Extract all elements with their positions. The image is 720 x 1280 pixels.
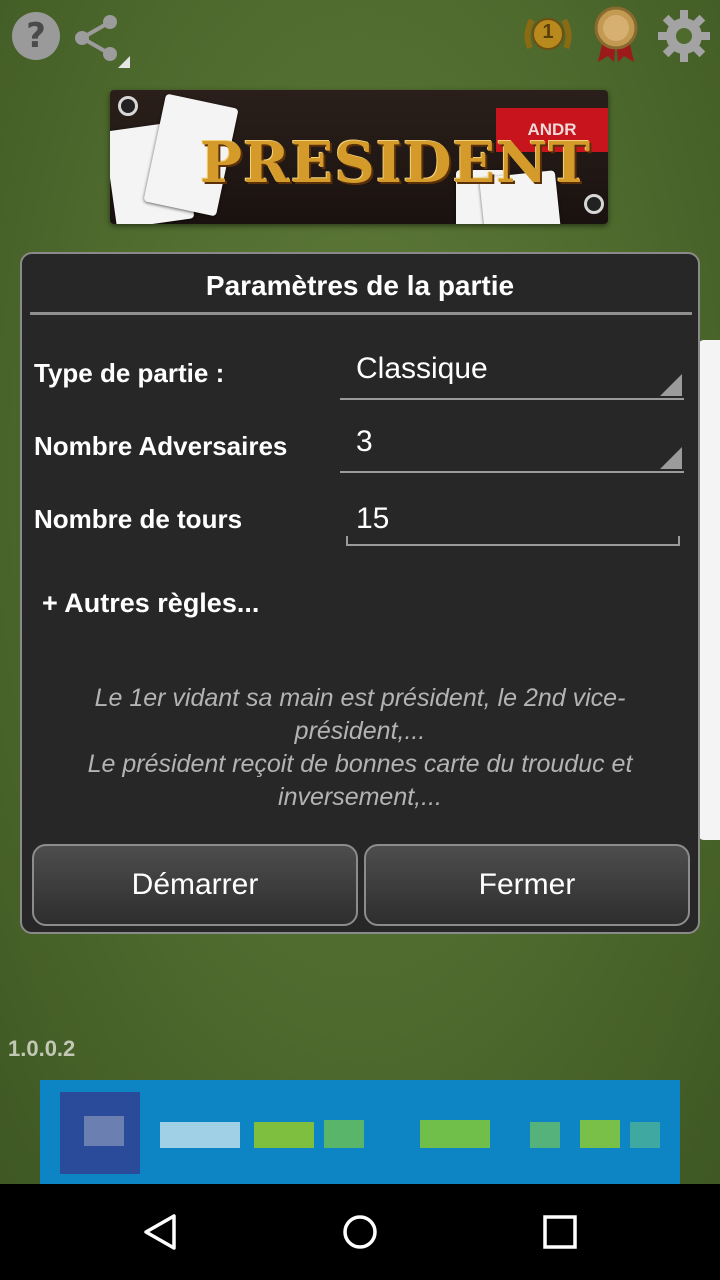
ad-text-block	[324, 1120, 364, 1148]
dialog-title: Paramètres de la partie	[205, 270, 515, 301]
laurel-medal-icon[interactable]: 1	[520, 8, 576, 64]
rounds-label: Nombre de tours	[34, 504, 243, 534]
back-icon[interactable]	[140, 1212, 180, 1252]
close-button[interactable]: Fermer	[364, 844, 690, 926]
opponents-value: 3	[356, 425, 373, 458]
award-ribbon-icon[interactable]	[592, 6, 640, 64]
title-divider	[30, 312, 692, 315]
achievement-number: 1	[542, 21, 554, 43]
rules-description: Le 1er vidant sa main est président, le …	[52, 682, 668, 814]
dropdown-arrow-icon	[660, 447, 682, 469]
ad-text-block	[420, 1120, 490, 1148]
ad-text-block	[254, 1122, 314, 1148]
gear-icon[interactable]	[656, 8, 712, 64]
game-settings-dialog: Paramètres de la partie Type de partie :…	[20, 252, 700, 934]
background-card	[698, 340, 720, 840]
more-rules-link[interactable]: + Autres règles...	[42, 588, 259, 619]
ad-banner[interactable]	[40, 1080, 680, 1184]
logo-title: PRESIDENT	[200, 130, 592, 196]
ad-text-block	[160, 1122, 240, 1148]
rounds-value: 15	[356, 502, 390, 535]
ad-text-block	[580, 1120, 620, 1148]
ad-logo-block	[84, 1116, 124, 1146]
ad-text-block	[630, 1122, 660, 1148]
rules-description-line: Le président reçoit de bonnes carte du t…	[87, 750, 633, 811]
game-logo: ANDR PRESIDENT	[110, 90, 608, 224]
game-type-label: Type de partie :	[34, 358, 225, 388]
game-type-value: Classique	[356, 352, 488, 385]
recents-icon[interactable]	[540, 1212, 580, 1252]
help-glyph: ?	[26, 16, 46, 56]
version-label: 1.0.0.2	[8, 1036, 76, 1061]
system-nav-bar	[0, 1184, 720, 1280]
start-button[interactable]: Démarrer	[32, 844, 358, 926]
home-icon[interactable]	[340, 1212, 380, 1252]
opponents-label: Nombre Adversaires	[34, 431, 288, 461]
dropdown-arrow-icon	[660, 374, 682, 396]
share-icon[interactable]	[72, 12, 132, 70]
ad-text-block	[530, 1122, 560, 1148]
opponents-select[interactable]: 3	[340, 415, 684, 473]
logo-rivet	[118, 96, 138, 116]
rounds-input[interactable]: 15	[346, 492, 680, 546]
logo-rivet	[584, 194, 604, 214]
game-type-select[interactable]: Classique	[340, 342, 684, 400]
rules-description-line: Le 1er vidant sa main est président, le …	[94, 684, 626, 745]
help-icon[interactable]: ?	[12, 12, 60, 60]
